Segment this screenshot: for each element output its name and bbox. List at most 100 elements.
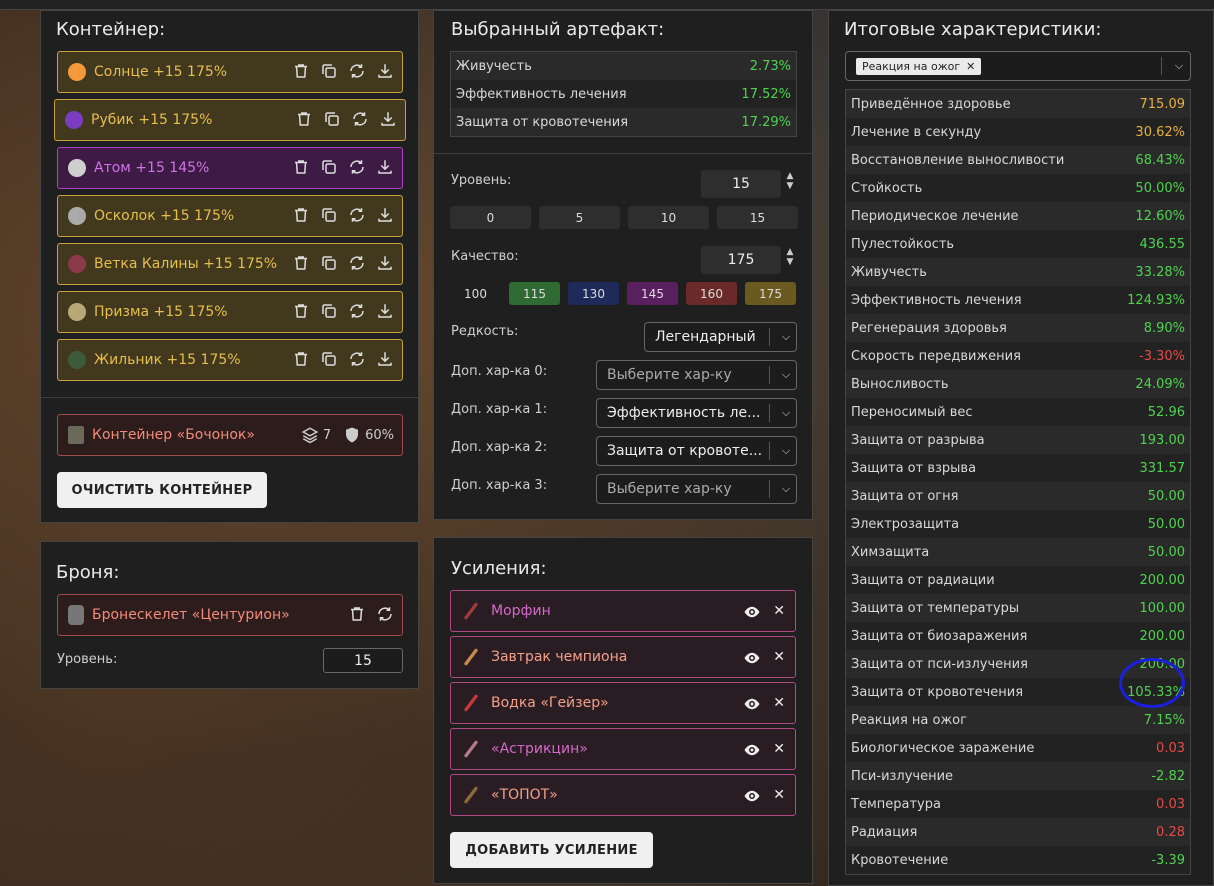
close-icon[interactable]: ✕ <box>773 649 785 665</box>
boost-item[interactable]: Водка «Гейзер» ✕ <box>450 682 796 724</box>
trash-icon[interactable] <box>292 302 310 320</box>
stat-value: 8.90% <box>1143 320 1185 336</box>
copy-icon[interactable] <box>323 110 341 128</box>
download-icon[interactable] <box>376 350 394 368</box>
quality-stepper[interactable]: ▲ ▼ <box>784 247 796 267</box>
stat-name: Защита от кровотечения <box>456 114 629 130</box>
armor-item[interactable]: Бронескелет «Центурион» <box>57 594 403 636</box>
download-icon[interactable] <box>376 62 394 80</box>
level-input[interactable]: 15 <box>701 170 781 198</box>
container-slot[interactable]: Жильник +15 175% <box>57 339 403 381</box>
trash-icon[interactable] <box>292 62 310 80</box>
stat-value: -3.30% <box>1139 348 1185 364</box>
level-preset-button[interactable]: 5 <box>539 206 620 229</box>
stat-value: 50.00% <box>1135 180 1185 196</box>
download-icon[interactable] <box>376 158 394 176</box>
rarity-value: Легендарный <box>655 329 756 345</box>
total-stat-row: Защита от биозаражения 200.00 <box>846 622 1190 650</box>
extra-stat-select[interactable]: Эффективность ле... ⌵ <box>596 398 797 428</box>
quality-preset-button[interactable]: 130 <box>568 282 619 305</box>
container-slot[interactable]: Солнце +15 175% <box>57 51 403 93</box>
copy-icon[interactable] <box>320 350 338 368</box>
refresh-icon[interactable] <box>376 605 394 623</box>
extra-stat-select[interactable]: Защита от кровоте... ⌵ <box>596 436 797 466</box>
rarity-select[interactable]: Легендарный ⌵ <box>644 322 797 352</box>
refresh-icon[interactable] <box>351 110 369 128</box>
add-boost-button[interactable]: ДОБАВИТЬ УСИЛЕНИЕ <box>450 832 653 868</box>
boost-item[interactable]: Морфин ✕ <box>450 590 796 632</box>
close-icon[interactable]: ✕ <box>966 60 975 73</box>
trash-icon[interactable] <box>295 110 313 128</box>
level-stepper[interactable]: ▲ ▼ <box>784 171 796 191</box>
total-stat-row: Кровотечение -3.39 <box>846 846 1190 874</box>
level-preset-button[interactable]: 0 <box>450 206 531 229</box>
armor-item-label: Бронескелет «Центурион» <box>92 607 290 623</box>
extra-stat-select[interactable]: Выберите хар-ку ⌵ <box>596 360 797 390</box>
clear-container-button[interactable]: ОЧИСТИТЬ КОНТЕЙНЕР <box>57 472 267 508</box>
boost-label: «ТОПОТ» <box>491 787 558 803</box>
boost-item[interactable]: «ТОПОТ» ✕ <box>450 774 796 816</box>
copy-icon[interactable] <box>320 62 338 80</box>
download-icon[interactable] <box>376 206 394 224</box>
download-icon[interactable] <box>376 302 394 320</box>
refresh-icon[interactable] <box>348 206 366 224</box>
eye-icon[interactable] <box>743 649 760 665</box>
container-slot[interactable]: Атом +15 145% <box>57 147 403 189</box>
container-slot[interactable]: Рубик +15 175% <box>54 99 406 141</box>
trash-icon[interactable] <box>292 254 310 272</box>
container-slot[interactable]: Ветка Калины +15 175% <box>57 243 403 285</box>
quality-preset-button[interactable]: 115 <box>509 282 560 305</box>
refresh-icon[interactable] <box>348 350 366 368</box>
refresh-icon[interactable] <box>348 302 366 320</box>
eye-icon[interactable] <box>743 603 760 619</box>
stat-name: Приведённое здоровье <box>851 96 1011 112</box>
eye-icon[interactable] <box>743 695 760 711</box>
boost-item[interactable]: «Астрикцин» ✕ <box>450 728 796 770</box>
container-slot[interactable]: Призма +15 175% <box>57 291 403 333</box>
highlight-circle <box>1119 658 1185 708</box>
trash-icon[interactable] <box>348 605 366 623</box>
eye-icon[interactable] <box>743 787 760 803</box>
close-icon[interactable]: ✕ <box>773 787 785 803</box>
level-preset-button[interactable]: 15 <box>717 206 798 229</box>
refresh-icon[interactable] <box>348 158 366 176</box>
level-preset-button[interactable]: 10 <box>628 206 709 229</box>
totals-table: Приведённое здоровье 715.09 Лечение в секу… <box>845 89 1191 875</box>
stat-name: Восстановление выносливости <box>851 152 1065 168</box>
quality-preset-button[interactable]: 160 <box>686 282 737 305</box>
close-icon[interactable]: ✕ <box>773 741 785 757</box>
refresh-icon[interactable] <box>348 254 366 272</box>
totals-filter-select[interactable]: Реакция на ожог ✕ ⌵ <box>845 51 1191 81</box>
stat-value: 24.09% <box>1135 376 1185 392</box>
download-icon[interactable] <box>379 110 397 128</box>
armor-level-input[interactable]: 15 <box>323 648 403 673</box>
layers-icon <box>301 426 319 444</box>
chevron-down-icon[interactable]: ⌵ <box>1168 59 1190 73</box>
download-icon[interactable] <box>376 254 394 272</box>
trash-icon[interactable] <box>292 350 310 368</box>
container-box[interactable]: Контейнер «Бочонок» 7 60% <box>57 414 403 456</box>
copy-icon[interactable] <box>320 206 338 224</box>
refresh-icon[interactable] <box>348 62 366 80</box>
copy-icon[interactable] <box>320 158 338 176</box>
close-icon[interactable]: ✕ <box>773 695 785 711</box>
extra-stat-select[interactable]: Выберите хар-ку ⌵ <box>596 474 797 504</box>
quality-preset-button[interactable]: 175 <box>745 282 796 305</box>
container-slot[interactable]: Осколок +15 175% <box>57 195 403 237</box>
eye-icon[interactable] <box>743 741 760 757</box>
stat-value: 200.00 <box>1139 572 1186 588</box>
quality-preset-button[interactable]: 145 <box>627 282 678 305</box>
quality-preset-button[interactable]: 100 <box>450 282 501 305</box>
filter-tag[interactable]: Реакция на ожог ✕ <box>856 57 982 75</box>
artifact-title: Выбранный артефакт: <box>451 19 665 40</box>
trash-icon[interactable] <box>292 158 310 176</box>
extra-stat-label: Доп. хар-ка 1: <box>451 402 548 417</box>
boost-item[interactable]: Завтрак чемпиона ✕ <box>450 636 796 678</box>
close-icon[interactable]: ✕ <box>773 603 785 619</box>
stat-value: 436.55 <box>1139 236 1186 252</box>
copy-icon[interactable] <box>320 254 338 272</box>
trash-icon[interactable] <box>292 206 310 224</box>
copy-icon[interactable] <box>320 302 338 320</box>
injector-icon <box>461 739 481 759</box>
quality-input[interactable]: 175 <box>701 246 781 274</box>
